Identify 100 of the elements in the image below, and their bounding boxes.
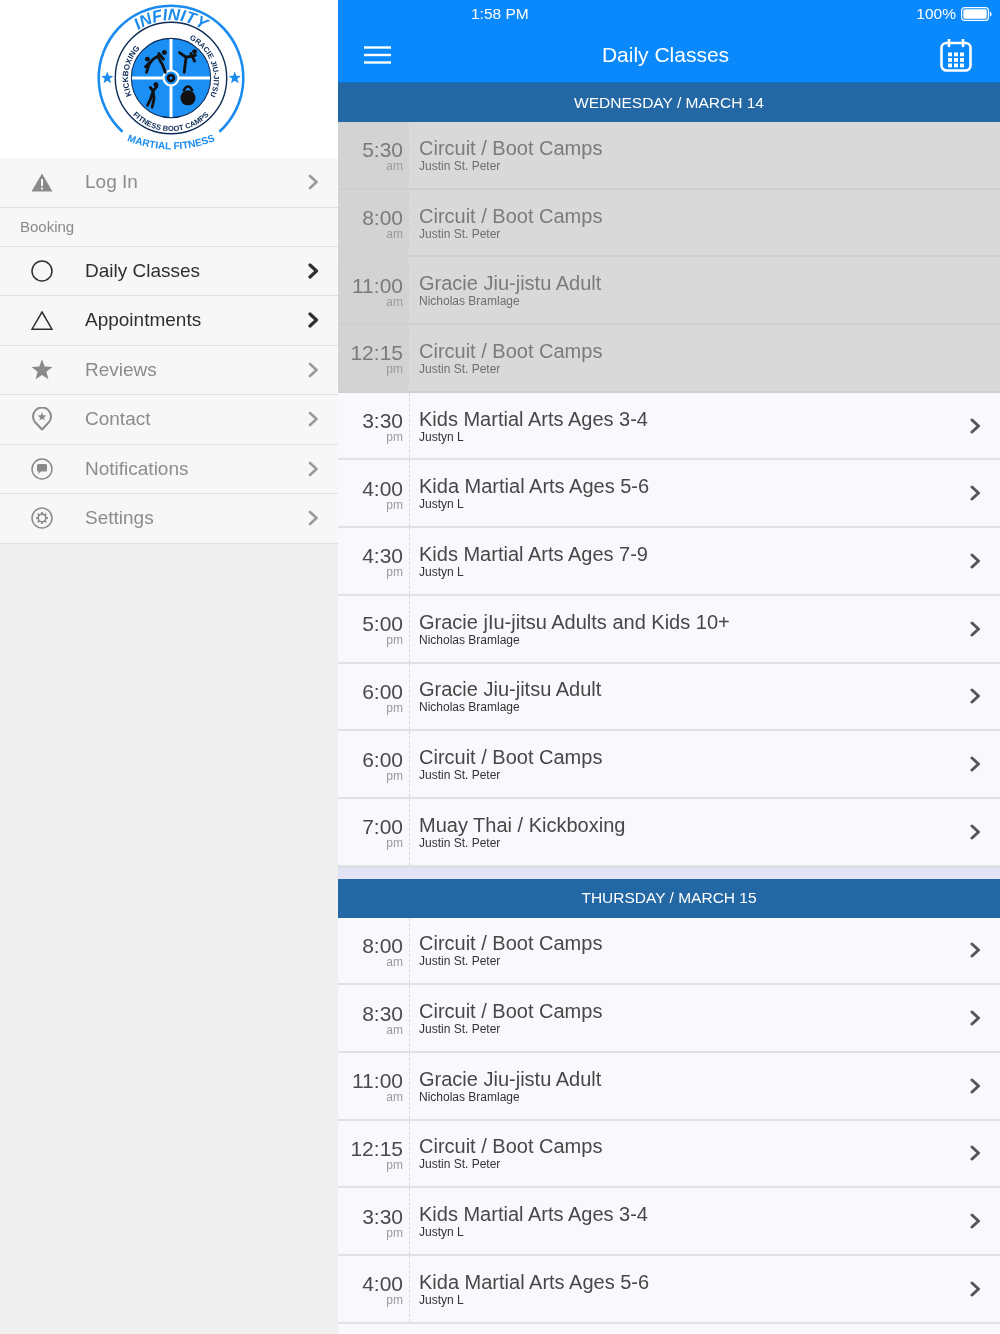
class-name: Gracie Jiu-jistu Adult [419, 272, 602, 295]
instructor-name: Justyn L [419, 497, 464, 512]
class-time: 12:15 [350, 342, 403, 364]
chevron-icon [969, 1280, 981, 1297]
menu-button[interactable] [364, 46, 391, 64]
triangle-icon [31, 310, 53, 330]
star-icon [31, 359, 53, 381]
instructor-name: Justin St. Peter [419, 361, 501, 376]
class-row[interactable]: 3:30 pm Kids Martial Arts Ages 3-4 Justyn L [338, 1188, 1000, 1256]
class-time: 6:00 [362, 680, 403, 702]
class-name: Circuit / Boot Camps [419, 204, 603, 227]
calendar-button[interactable] [940, 38, 972, 72]
instructor-name: Nicholas Bramlage [419, 632, 520, 647]
class-row[interactable]: 6:00 pm Gracie Jiu-jitsu Adult Nicholas Bramlage [338, 663, 1000, 732]
menu-item[interactable]: Daily Classes [0, 246, 338, 296]
chevron-icon [308, 411, 319, 428]
logo-subtitle: MARTIAL FITNESS [126, 132, 216, 152]
class-row[interactable]: 4:00 pm Kida Martial Arts Ages 5-6 Justyn L [338, 460, 1000, 529]
class-name: Gracie Jiu-jitsu Adult [419, 678, 602, 701]
class-time: 8:00 [362, 207, 403, 229]
instructor-name: Nicholas Bramlage [419, 700, 520, 715]
time-period: am [386, 1091, 403, 1104]
time-period: pm [386, 498, 403, 511]
day-header: THURSDAY / MARCH 15 [338, 878, 1000, 918]
settings-icon [31, 507, 53, 530]
class-name: Gracie jIu-jitsu Adults and Kids 10+ [419, 610, 730, 633]
instructor-name: Justyn L [419, 429, 464, 444]
class-row[interactable]: 12:15 pm Circuit / Boot Camps Justin St. Peter [338, 325, 1000, 393]
class-name: Kids Martial Arts Ages 3-4 [419, 1203, 648, 1226]
class-time: 12:15 [350, 1137, 403, 1159]
battery-icon [961, 7, 992, 21]
chevron-icon [969, 552, 981, 569]
class-name: Muay Thai / Kickboxing [419, 813, 626, 836]
chevron-icon [969, 1077, 981, 1094]
chevron-icon [969, 823, 981, 840]
class-row[interactable]: 7:00 pm Muay Thai / Kickboxing Justin St. Peter [338, 798, 1000, 867]
class-row[interactable]: 8:00 am Circuit / Boot Camps Justin St. Peter [338, 917, 1000, 986]
class-time: 5:30 [362, 139, 403, 161]
class-name: Kids Martial Arts Ages 3-4 [419, 407, 648, 430]
class-time: 4:00 [362, 477, 403, 499]
chevron-icon [969, 688, 981, 705]
class-time: 8:30 [362, 1002, 403, 1024]
class-time: 5:00 [362, 613, 403, 635]
time-period: pm [386, 1158, 403, 1171]
class-row[interactable]: 5:30 am Circuit / Boot Camps Justin St. Peter [338, 122, 1000, 190]
class-name: Kids Martial Arts Ages 7-9 [419, 542, 648, 565]
class-name: Circuit / Boot Camps [419, 746, 603, 769]
class-time: 3:30 [362, 410, 403, 432]
logo-title: INFINITY [130, 4, 211, 34]
instructor-name: Justin St. Peter [419, 226, 501, 241]
instructor-name: Justin St. Peter [419, 158, 501, 173]
menu-item[interactable]: Appointments [0, 296, 338, 346]
time-period: am [386, 1023, 403, 1036]
class-time: 4:30 [362, 545, 403, 567]
instructor-name: Justin St. Peter [419, 1157, 501, 1172]
chevron-icon [308, 361, 319, 378]
chevron-icon [308, 174, 319, 191]
class-row[interactable]: 12:15 pm Circuit / Boot Camps Justin St. Peter [338, 1120, 1000, 1189]
class-row[interactable]: 6:00 pm Circuit / Boot Camps Justin St. Peter [338, 731, 1000, 799]
battery-percent: 100% [916, 5, 956, 23]
instructor-name: Justyn L [419, 1292, 464, 1307]
class-row[interactable]: 11:00 am Gracie Jiu-jistu Adult Nicholas Bramlage [338, 257, 1000, 326]
warning-icon [31, 172, 53, 192]
class-row[interactable]: 4:00 pm Kida Martial Arts Ages 5-6 Justyn L [338, 1256, 1000, 1324]
chevron-icon [969, 485, 981, 502]
time-period: am [386, 295, 403, 308]
time-period: am [386, 955, 403, 968]
class-name: Kida Martial Arts Ages 5-6 [419, 475, 650, 498]
location-pin-icon [32, 407, 52, 432]
chevron-icon [308, 460, 319, 477]
class-row[interactable]: 5:00 pm Gracie jIu-jitsu Adults and Kids 10+ Nicholas Bramlage [338, 595, 1000, 664]
class-row[interactable]: 8:00 am Circuit / Boot Camps Justin St. Peter [338, 189, 1000, 258]
instructor-name: Nicholas Bramlage [419, 294, 520, 309]
class-row[interactable]: 4:30 pm Kids Martial Arts Ages 7-9 Justyn L [338, 528, 1000, 596]
chevron-icon [308, 312, 319, 329]
section-header: Booking [0, 207, 338, 247]
chevron-icon [969, 620, 981, 637]
time-period: am [386, 228, 403, 241]
class-time: 3:30 [362, 1205, 403, 1227]
circle-icon [31, 259, 53, 282]
class-time: 8:00 [362, 934, 403, 956]
class-time: 11:00 [352, 1070, 403, 1092]
class-name: Kida Martial Arts Ages 5-6 [419, 1270, 650, 1293]
class-row[interactable]: 3:30 pm Kids Martial Arts Ages 3-4 Justyn L [338, 392, 1000, 461]
calendar-icon [940, 38, 972, 72]
class-name: Gracie Jiu-jistu Adult [419, 1067, 602, 1090]
class-name: Circuit / Boot Camps [419, 1000, 603, 1023]
class-row[interactable]: 11:00 am Gracie Jiu-jistu Adult Nicholas Bramlage [338, 1052, 1000, 1121]
time-period: pm [386, 769, 403, 782]
chevron-icon [969, 1213, 981, 1230]
class-time: 6:00 [362, 748, 403, 770]
class-row[interactable]: 8:30 am Circuit / Boot Camps Justin St. Peter [338, 985, 1000, 1053]
time-period: pm [386, 634, 403, 647]
chevron-icon [308, 262, 319, 279]
instructor-name: Justin St. Peter [419, 954, 501, 969]
instructor-name: Nicholas Bramlage [419, 1089, 520, 1104]
chevron-icon [969, 756, 981, 773]
instructor-name: Justin St. Peter [419, 835, 501, 850]
chevron-icon [969, 942, 981, 959]
menu-icon [364, 46, 391, 64]
